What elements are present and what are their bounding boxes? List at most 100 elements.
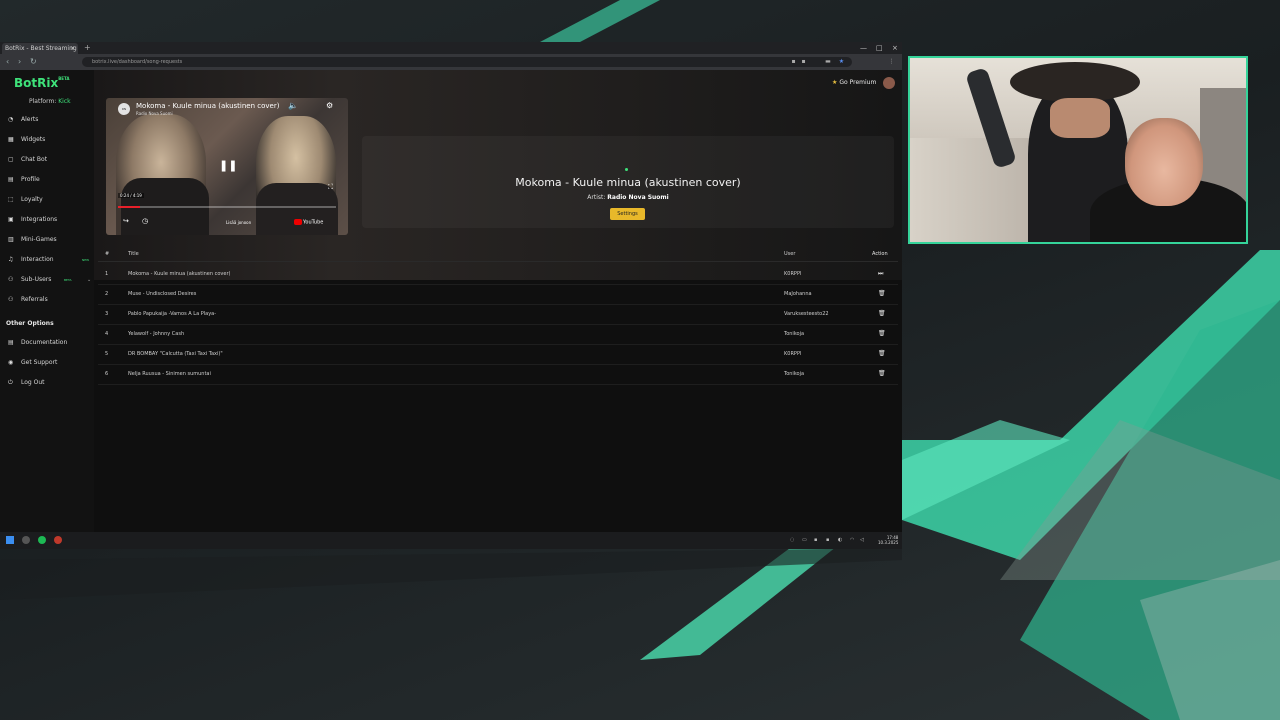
trash-icon[interactable]: 🗑: [878, 364, 886, 384]
webcam-overlay: [908, 56, 1248, 244]
table-row: 5 DR BOMBAY "Calcutta (Taxi Taxi Taxi)" …: [98, 344, 898, 365]
avatar[interactable]: [883, 77, 895, 89]
extension-icon[interactable]: ▪: [790, 58, 797, 65]
address-bar-row: ‹ › ↻ botrix.live/dashboard/song-request…: [0, 54, 902, 70]
sidebar-item-referrals[interactable]: ⚇ Referrals: [0, 293, 94, 307]
users-icon: ⚇: [8, 276, 14, 283]
tray-icon[interactable]: ▭: [802, 537, 807, 543]
gear-icon[interactable]: ⚙: [326, 101, 333, 110]
video-progress-bar[interactable]: [118, 206, 336, 208]
trash-icon[interactable]: 🗑: [878, 284, 886, 304]
sidebar-item-interaction[interactable]: ♫ Interaction NEW: [0, 253, 94, 267]
add-to-queue-label[interactable]: Lisää jonoon: [226, 220, 251, 225]
sidebar-item-widgets[interactable]: ▦ Widgets: [0, 133, 94, 147]
mini-games-icon: ▥: [8, 236, 14, 243]
video-time: 0:24 / 4:19: [118, 193, 144, 198]
channel-logo-icon[interactable]: RN: [118, 103, 130, 115]
spotify-icon[interactable]: [38, 536, 46, 544]
star-icon: ★: [832, 79, 838, 86]
other-options-heading: Other Options: [6, 320, 54, 327]
sidebar-item-log-out[interactable]: ⏻ Log Out: [0, 376, 94, 390]
pause-icon[interactable]: ❚❚: [219, 159, 237, 172]
share-icon[interactable]: ↪: [123, 217, 129, 225]
reload-icon[interactable]: ↻: [30, 54, 37, 70]
watch-later-icon[interactable]: ◷: [142, 217, 148, 225]
alerts-icon: ◔: [8, 116, 14, 123]
song-title: Mokoma - Kuule minua (akustinen cover): [515, 176, 741, 189]
taskbar: ◌ ▭ ▪ ▪ ◐ ◠ ◁ 17:48 10.3.2025: [0, 532, 902, 549]
artist-line: Artist: Radio Nova Suomi: [587, 194, 669, 201]
back-icon[interactable]: ‹: [6, 54, 9, 70]
profile-icon: ▤: [8, 176, 14, 183]
forward-icon[interactable]: ›: [18, 54, 21, 70]
volume-icon[interactable]: 🔈: [288, 101, 298, 110]
table-row: 6 Nelja Ruusua - Sinimen sumuntai Toniko…: [98, 364, 898, 385]
bookmark-star-icon[interactable]: ★: [838, 58, 845, 65]
new-badge: NEW: [82, 258, 90, 262]
tray-icon[interactable]: ◌: [790, 537, 794, 543]
table-row: 4 Yelawolf - Johnny Cash Tonikoja 🗑: [98, 324, 898, 345]
sidebar: BotRixBETA Platform: Kick ◔ Alerts ▦ Widge…: [0, 70, 94, 532]
documentation-icon: ▤: [8, 339, 14, 346]
sidebar-item-integrations[interactable]: ▣ Integrations: [0, 213, 94, 227]
sidebar-item-documentation[interactable]: ▤ Documentation: [0, 336, 94, 350]
sidebar-item-mini-games[interactable]: ▥ Mini-Games: [0, 233, 94, 247]
now-playing-card: Mokoma - Kuule minua (akustinen cover) A…: [362, 136, 894, 228]
go-premium-link[interactable]: ★ Go Premium: [832, 79, 876, 86]
extension-icon[interactable]: ▬: [822, 58, 834, 65]
skip-icon[interactable]: ⏭: [878, 264, 883, 284]
video-channel[interactable]: Radio Nova Suomi: [136, 111, 173, 116]
browser-tab[interactable]: BotRix - Best Streaming ×: [2, 43, 78, 54]
new-tab-button[interactable]: +: [84, 42, 91, 54]
video-title[interactable]: Mokoma - Kuule minua (akustinen cover): [136, 102, 312, 110]
volume-tray-icon[interactable]: ◁: [860, 537, 864, 543]
settings-button[interactable]: Settings: [610, 208, 645, 220]
taskbar-clock[interactable]: 17:48 10.3.2025: [878, 535, 898, 545]
referrals-icon: ⚇: [8, 296, 14, 303]
settings-app-icon[interactable]: [22, 536, 30, 544]
tab-close-icon[interactable]: ×: [70, 43, 75, 54]
extension-icon[interactable]: ▪: [800, 58, 807, 65]
fullscreen-icon[interactable]: ⛶: [328, 183, 333, 192]
trash-icon[interactable]: 🗑: [878, 324, 886, 344]
botrix-logo[interactable]: BotRixBETA: [14, 76, 70, 90]
table-row: 3 Pablo Papukaija -Vamos A La Playa- Var…: [98, 304, 898, 325]
youtube-icon: [294, 219, 302, 225]
maximize-button[interactable]: □: [876, 42, 883, 54]
table-row: 2 Muse - Undisclosed Desires MaJohanna 🗑: [98, 284, 898, 305]
tray-icon[interactable]: ▪: [826, 537, 829, 543]
browser-menu-icon[interactable]: ⋮: [888, 58, 895, 65]
beta-badge: BETA: [64, 278, 72, 282]
wifi-icon[interactable]: ◠: [850, 537, 854, 543]
integrations-icon: ▣: [8, 216, 14, 223]
tray-icon[interactable]: ▪: [814, 537, 817, 543]
sidebar-item-alerts[interactable]: ◔ Alerts: [0, 113, 94, 127]
tab-bar: BotRix - Best Streaming × + — □ ×: [0, 42, 902, 54]
minimize-button[interactable]: —: [860, 42, 867, 54]
url-field[interactable]: botrix.live/dashboard/song-requests: [82, 57, 852, 67]
status-dot: [625, 168, 628, 171]
close-window-button[interactable]: ×: [892, 42, 898, 54]
trash-icon[interactable]: 🗑: [878, 304, 886, 324]
chat-bot-icon: ▢: [8, 156, 14, 163]
table-row: 1 Mokoma - Kuule minua (akustinen cover)…: [98, 264, 898, 285]
youtube-player[interactable]: RN Mokoma - Kuule minua (akustinen cover…: [106, 98, 348, 235]
trash-icon[interactable]: 🗑: [878, 344, 886, 364]
tray-icon[interactable]: ◐: [838, 537, 842, 543]
windows-start-icon[interactable]: [6, 536, 14, 544]
sidebar-item-loyalty[interactable]: ⬚ Loyalty: [0, 193, 94, 207]
logout-icon: ⏻: [8, 379, 13, 386]
browser-app-icon[interactable]: [54, 536, 62, 544]
teal-line-top: [540, 0, 660, 42]
chevron-down-icon[interactable]: ⌄: [87, 273, 91, 287]
loyalty-icon: ⬚: [8, 196, 14, 203]
queue-table-header: # Title User Action: [98, 247, 898, 262]
sidebar-item-sub-users[interactable]: ⚇ Sub-Users BETA ⌄: [0, 273, 94, 287]
youtube-logo[interactable]: YouTube: [294, 219, 323, 226]
sidebar-item-chat-bot[interactable]: ▢ Chat Bot: [0, 153, 94, 167]
music-icon: ♫: [8, 256, 14, 263]
widgets-icon: ▦: [8, 136, 14, 143]
sidebar-item-get-support[interactable]: ◉ Get Support: [0, 356, 94, 370]
sidebar-item-profile[interactable]: ▤ Profile: [0, 173, 94, 187]
cowboy-hat: [1010, 62, 1140, 102]
